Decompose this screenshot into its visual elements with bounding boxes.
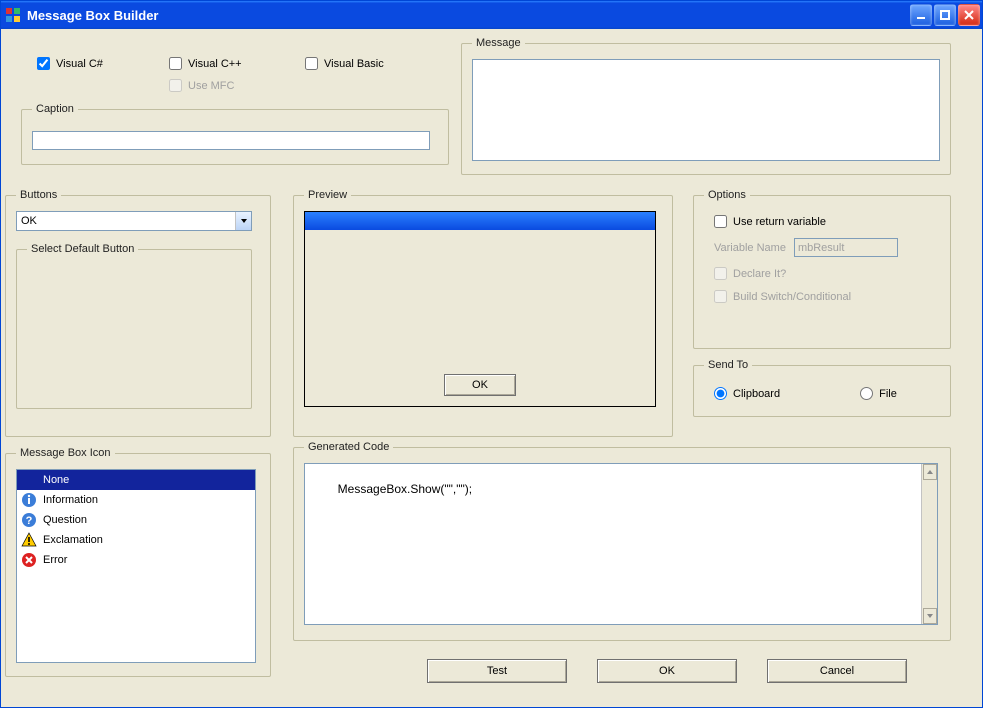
variable-name-label: Variable Name xyxy=(714,242,786,254)
preview-msgbox: OK xyxy=(304,211,656,407)
info-icon xyxy=(21,492,37,508)
lang-csharp-checkbox[interactable]: Visual C# xyxy=(37,57,103,70)
use-mfc-checkbox: Use MFC xyxy=(169,79,234,92)
declare-label: Declare It? xyxy=(733,268,786,280)
scrollbar[interactable] xyxy=(921,464,937,624)
minimize-button[interactable] xyxy=(910,4,932,26)
icon-listbox[interactable]: None Information ? Question xyxy=(16,469,256,663)
window-title: Message Box Builder xyxy=(27,8,908,23)
code-group: Generated Code MessageBox.Show("",""); xyxy=(293,441,951,641)
sendto-clipboard-input[interactable] xyxy=(714,387,727,400)
sendto-legend: Send To xyxy=(704,359,752,371)
icon-item-information[interactable]: Information xyxy=(17,490,255,510)
sendto-file-label: File xyxy=(879,388,897,400)
preview-ok-button[interactable]: OK xyxy=(444,374,516,396)
buttons-legend: Buttons xyxy=(16,189,61,201)
switch-input xyxy=(714,290,727,303)
question-icon: ? xyxy=(21,512,37,528)
declare-input xyxy=(714,267,727,280)
scroll-down-icon[interactable] xyxy=(923,608,937,624)
preview-titlebar xyxy=(305,212,655,230)
titlebar: Message Box Builder xyxy=(1,1,982,29)
lang-csharp-label: Visual C# xyxy=(56,58,103,70)
use-mfc-label: Use MFC xyxy=(188,80,234,92)
buttons-dropdown-value: OK xyxy=(21,215,37,227)
error-icon xyxy=(21,552,37,568)
options-legend: Options xyxy=(704,189,750,201)
maximize-button[interactable] xyxy=(934,4,956,26)
sendto-file-radio[interactable]: File xyxy=(860,387,897,400)
exclamation-icon xyxy=(21,532,37,548)
switch-checkbox: Build Switch/Conditional xyxy=(714,290,940,303)
icon-item-label: Question xyxy=(43,514,87,526)
icon-item-exclamation[interactable]: Exclamation xyxy=(17,530,255,550)
lang-cpp-label: Visual C++ xyxy=(188,58,242,70)
lang-csharp-input[interactable] xyxy=(37,57,50,70)
message-legend: Message xyxy=(472,37,525,49)
icon-legend: Message Box Icon xyxy=(16,447,115,459)
lang-cpp-checkbox[interactable]: Visual C++ xyxy=(169,57,242,70)
lang-cpp-input[interactable] xyxy=(169,57,182,70)
icon-item-label: Error xyxy=(43,554,67,566)
default-button-group: Select Default Button xyxy=(16,243,252,409)
code-text: MessageBox.Show("",""); xyxy=(338,482,472,496)
switch-label: Build Switch/Conditional xyxy=(733,291,851,303)
lang-vb-label: Visual Basic xyxy=(324,58,384,70)
lang-vb-input[interactable] xyxy=(305,57,318,70)
sendto-file-input[interactable] xyxy=(860,387,873,400)
icon-item-label: Information xyxy=(43,494,98,506)
client-area: Visual C# Visual C++ Visual Basic Use MF… xyxy=(1,29,982,707)
icon-item-label: None xyxy=(43,474,69,486)
sendto-clipboard-radio[interactable]: Clipboard xyxy=(714,387,780,400)
icon-item-error[interactable]: Error xyxy=(17,550,255,570)
icon-item-question[interactable]: ? Question xyxy=(17,510,255,530)
preview-group: Preview OK xyxy=(293,189,673,437)
code-legend: Generated Code xyxy=(304,441,393,453)
buttons-dropdown[interactable]: OK xyxy=(16,211,252,231)
svg-text:?: ? xyxy=(26,515,33,527)
preview-legend: Preview xyxy=(304,189,351,201)
variable-name-input xyxy=(794,238,898,257)
app-icon xyxy=(5,7,21,23)
caption-group: Caption xyxy=(21,103,449,165)
icon-item-none[interactable]: None xyxy=(17,470,255,490)
test-button[interactable]: Test xyxy=(427,659,567,683)
use-return-input[interactable] xyxy=(714,215,727,228)
code-textarea[interactable]: MessageBox.Show("",""); xyxy=(304,463,938,625)
icon-item-label: Exclamation xyxy=(43,534,103,546)
sendto-group: Send To Clipboard File xyxy=(693,359,951,417)
declare-checkbox: Declare It? xyxy=(714,267,940,280)
scroll-up-icon[interactable] xyxy=(923,464,937,480)
use-return-checkbox[interactable]: Use return variable xyxy=(714,215,940,228)
use-mfc-input xyxy=(169,79,182,92)
buttons-group: Buttons OK Select Default Button xyxy=(5,189,271,437)
cancel-button[interactable]: Cancel xyxy=(767,659,907,683)
caption-legend: Caption xyxy=(32,103,78,115)
lang-vb-checkbox[interactable]: Visual Basic xyxy=(305,57,384,70)
message-group: Message xyxy=(461,37,951,175)
close-button[interactable] xyxy=(958,4,980,26)
icon-group: Message Box Icon None Information ? Qu xyxy=(5,447,271,677)
options-group: Options Use return variable Variable Nam… xyxy=(693,189,951,349)
app-window: Message Box Builder Visual C# Visual C++… xyxy=(0,0,983,708)
sendto-clipboard-label: Clipboard xyxy=(733,388,780,400)
ok-button[interactable]: OK xyxy=(597,659,737,683)
chevron-down-icon xyxy=(235,212,251,230)
message-textarea[interactable] xyxy=(472,59,940,161)
caption-input[interactable] xyxy=(32,131,430,150)
use-return-label: Use return variable xyxy=(733,216,826,228)
none-icon xyxy=(21,472,37,488)
default-button-legend: Select Default Button xyxy=(27,243,138,255)
